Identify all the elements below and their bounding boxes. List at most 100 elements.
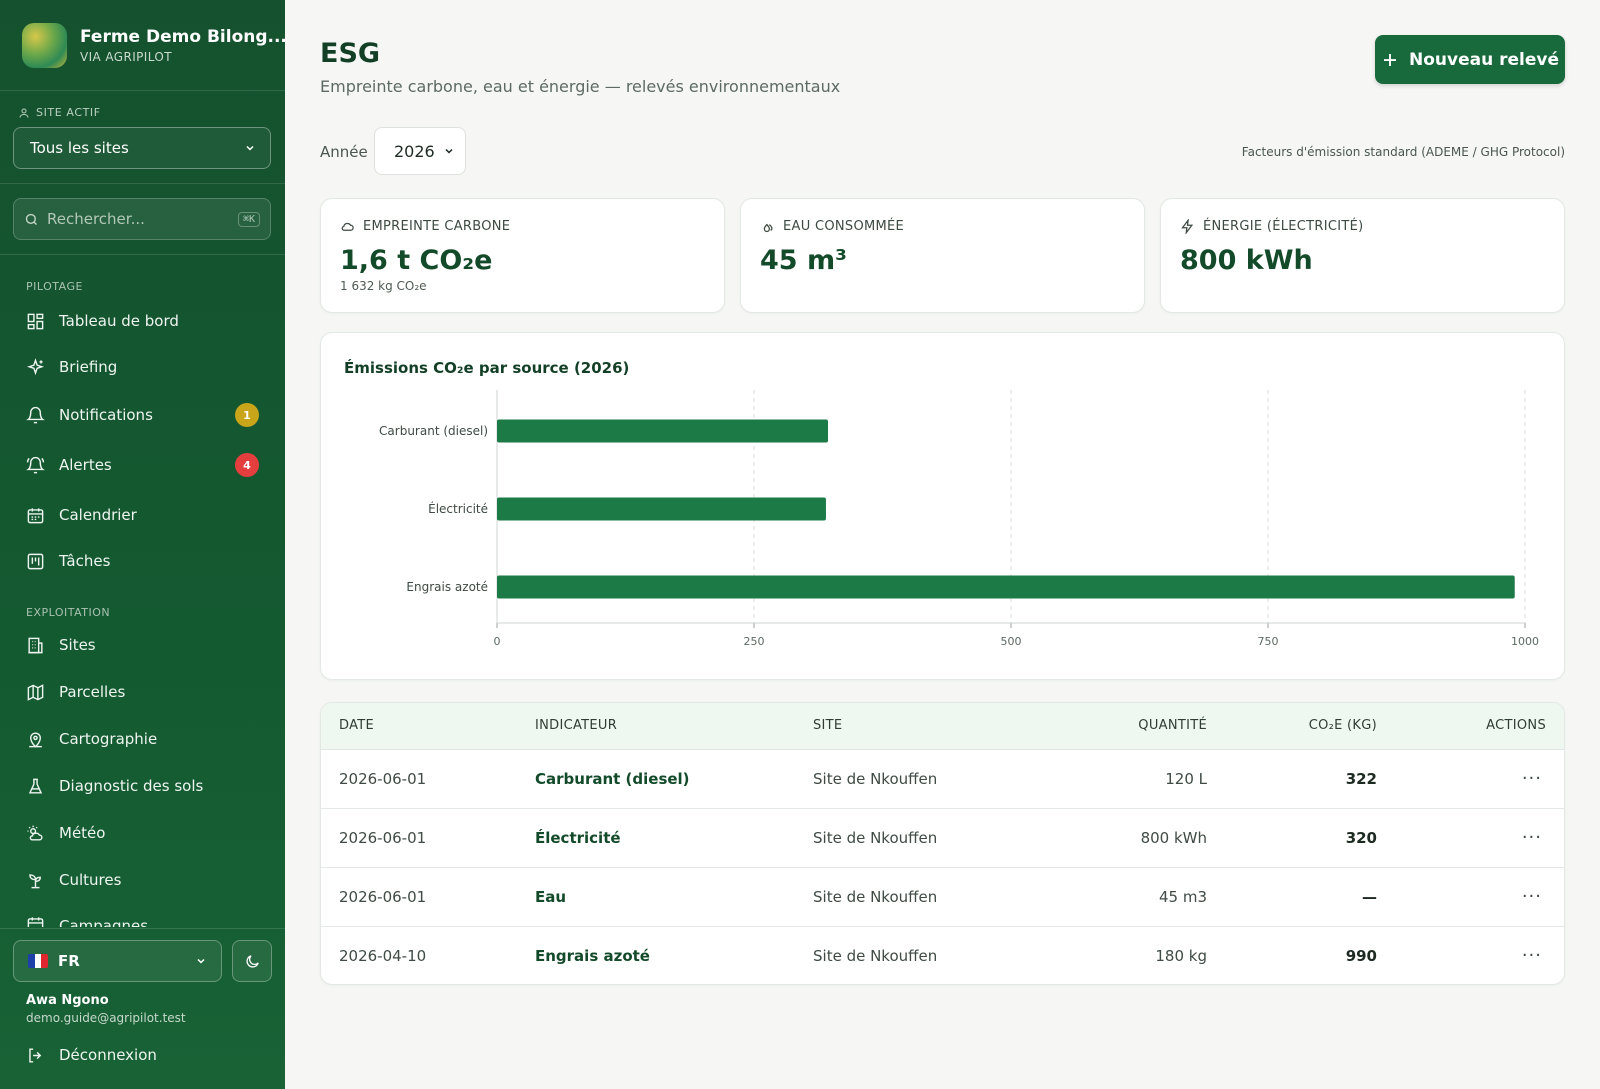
sidebar: Ferme Demo Bilong... VIA AGRIPILOT SITE … [0, 0, 285, 1089]
grid-icon [27, 313, 44, 329]
category-label: Électricité [428, 501, 488, 516]
sidebar-item-cultures[interactable]: Cultures [26, 865, 261, 895]
sidebar-item-label: Calendrier [59, 506, 137, 524]
cell-quantite: 180 kg [1025, 925, 1225, 984]
sidebar-item-label: Météo [59, 824, 106, 842]
sidebar-item-notifications[interactable]: Notifications 1 [26, 400, 261, 430]
bell-ring-icon [26, 456, 45, 473]
map-pin-icon [29, 732, 42, 748]
sidebar-item-alertes[interactable]: Alertes 4 [26, 450, 261, 480]
site-label-text: SITE ACTIF [36, 106, 101, 119]
cell-site: Site de Nkouffen [795, 748, 1025, 808]
row-actions-button[interactable]: ··· [1395, 748, 1564, 808]
table-row: 2026-06-01 Électricité Site de Nkouffen … [321, 807, 1564, 867]
chevron-down-icon [197, 958, 205, 964]
zap-icon [1181, 219, 1194, 234]
x-tick-label: 1000 [1511, 635, 1539, 648]
row-actions-button[interactable]: ··· [1395, 925, 1564, 984]
cell-site: Site de Nkouffen [795, 807, 1025, 867]
column-header-site[interactable]: SITE [795, 703, 1025, 749]
map-icon [27, 683, 44, 701]
sidebar-item-taches[interactable]: Tâches [26, 546, 261, 576]
year-value: 2026 [394, 141, 435, 161]
sidebar-item-parcelles[interactable]: Parcelles [26, 677, 261, 707]
row-actions-button[interactable]: ··· [1395, 866, 1564, 926]
sidebar-item-diagnostic-sols[interactable]: Diagnostic des sols [26, 771, 261, 801]
cell-indicateur: Eau [517, 866, 795, 926]
site-label: SITE ACTIF [18, 106, 101, 119]
kpi-value: 800 kWh [1180, 245, 1313, 276]
sidebar-item-meteo[interactable]: Météo [26, 818, 261, 848]
cell-indicateur: Carburant (diesel) [517, 748, 795, 808]
x-tick-label: 250 [744, 635, 765, 648]
divider [0, 254, 285, 255]
column-header-co2[interactable]: CO₂E (KG) [1225, 703, 1395, 749]
search-input[interactable]: Rechercher... ⌘K [13, 198, 271, 240]
brand[interactable]: Ferme Demo Bilong... VIA AGRIPILOT [22, 22, 285, 68]
kpi-card-water: EAU CONSOMMÉE 45 m³ [740, 198, 1145, 313]
site-select[interactable]: Tous les sites [13, 127, 271, 169]
divider [0, 928, 285, 929]
weather-icon [27, 825, 43, 841]
bar [497, 575, 1515, 599]
sidebar-item-dashboard[interactable]: Tableau de bord [26, 306, 261, 336]
plus-icon [1384, 53, 1396, 66]
logout-button[interactable]: Déconnexion [26, 1040, 261, 1070]
user-name: Awa Ngono [26, 993, 109, 1008]
emissions-chart-card: Émissions CO₂e par source (2026) 0 250 500… [320, 332, 1565, 680]
language-select[interactable]: FR [13, 940, 222, 982]
bell-icon [26, 406, 45, 423]
sprout-icon [29, 873, 41, 888]
theme-toggle-button[interactable] [232, 940, 272, 982]
sidebar-item-cartographie[interactable]: Cartographie [26, 724, 261, 754]
site-select-value: Tous les sites [30, 139, 129, 157]
kpi-value: 45 m³ [760, 245, 847, 276]
sidebar-item-campagnes[interactable]: Campagnes [26, 911, 261, 927]
cloud-icon [341, 222, 354, 231]
sidebar-item-label: Tâches [59, 552, 111, 570]
divider [0, 90, 285, 91]
logout-label: Déconnexion [59, 1046, 157, 1064]
year-select[interactable]: 2026 [374, 127, 466, 175]
sidebar-item-label: Cultures [59, 871, 122, 889]
kpi-value: 1,6 t CO₂e [340, 245, 493, 276]
logout-icon [29, 1047, 42, 1063]
readings-table-card: DATE INDICATEUR SITE QUANTITÉ CO₂E (KG) … [320, 702, 1565, 985]
column-header-indicateur[interactable]: INDICATEUR [517, 703, 795, 749]
sidebar-item-briefing[interactable]: Briefing [26, 352, 261, 382]
farm-name: Ferme Demo Bilong... [80, 26, 285, 47]
brand-subtitle: VIA AGRIPILOT [80, 49, 172, 64]
column-header-date[interactable]: DATE [321, 703, 517, 749]
tasks-icon [27, 553, 44, 569]
kpi-label: ÉNERGIE (ÉLECTRICITÉ) [1180, 219, 1364, 234]
cell-date: 2026-06-01 [321, 866, 517, 926]
emissions-bar-chart: 0 250 500 750 1000 Carburant (diesel) Électric… [379, 390, 1539, 648]
category-label: Engrais azoté [406, 580, 488, 594]
flask-icon [28, 778, 43, 794]
calendar-icon [27, 917, 44, 927]
year-label: Année [320, 143, 368, 161]
sidebar-item-calendrier[interactable]: Calendrier [26, 500, 261, 530]
language-value: FR [58, 952, 80, 970]
cell-date: 2026-04-10 [321, 925, 517, 984]
sidebar-item-label: Briefing [59, 358, 118, 376]
sidebar-item-label: Sites [59, 636, 96, 654]
section-label-pilotage: PILOTAGE [26, 280, 83, 293]
column-header-quantite[interactable]: QUANTITÉ [1025, 703, 1225, 749]
cell-co2: 990 [1225, 925, 1395, 984]
calendar-icon [27, 507, 44, 523]
cell-co2: 320 [1225, 807, 1395, 867]
cell-quantite: 800 kWh [1025, 807, 1225, 867]
sidebar-item-label: Alertes [59, 456, 112, 474]
row-actions-button[interactable]: ··· [1395, 807, 1564, 867]
kpi-label-text: ÉNERGIE (ÉLECTRICITÉ) [1203, 219, 1364, 234]
cell-indicateur: Électricité [517, 807, 795, 867]
new-reading-button[interactable]: Nouveau relevé [1375, 35, 1565, 84]
x-tick-label: 750 [1258, 635, 1279, 648]
sidebar-item-sites[interactable]: Sites [26, 630, 261, 660]
chevron-down-icon [246, 145, 254, 151]
table-row: 2026-04-10 Engrais azoté Site de Nkouffe… [321, 925, 1564, 984]
sparkles-icon [26, 357, 45, 375]
cell-co2: — [1225, 866, 1395, 926]
user-email: demo.guide@agripilot.test [26, 1011, 186, 1025]
